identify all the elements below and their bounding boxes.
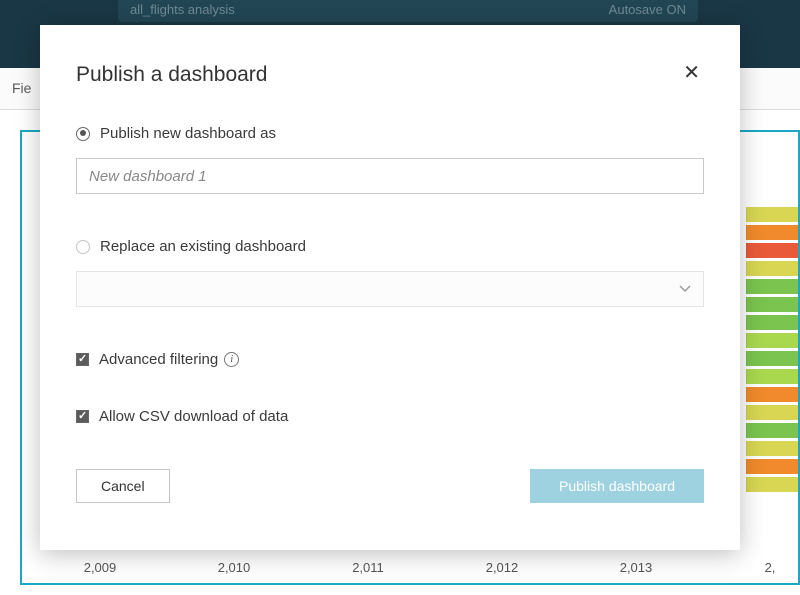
chart-bars: [746, 207, 798, 495]
advanced-filtering-option[interactable]: Advanced filtering i: [76, 351, 704, 368]
chart-bar: [746, 351, 798, 366]
advanced-filtering-label: Advanced filtering: [99, 351, 218, 368]
new-dashboard-name-input[interactable]: [76, 158, 704, 194]
analysis-name: all_flights analysis: [130, 2, 235, 17]
close-button[interactable]: ✕: [679, 63, 704, 83]
chart-bar: [746, 459, 798, 474]
chart-bar: [746, 333, 798, 348]
axis-tick: 2,011: [338, 560, 398, 575]
publish-dashboard-modal: Publish a dashboard ✕ Publish new dashbo…: [40, 25, 740, 550]
x-axis-labels: 2,009 2,010 2,011 2,012 2,013 2,: [70, 560, 800, 575]
publish-new-option[interactable]: Publish new dashboard as: [76, 125, 704, 142]
existing-dashboard-dropdown[interactable]: [76, 271, 704, 307]
chart-bar: [746, 225, 798, 240]
axis-tick: 2,010: [204, 560, 264, 575]
axis-tick: 2,: [740, 560, 800, 575]
info-icon[interactable]: i: [224, 352, 239, 367]
checkbox-checked-icon: [76, 353, 89, 366]
chart-bar: [746, 297, 798, 312]
toolbar-fields-label: Fie: [12, 80, 31, 96]
chart-bar: [746, 243, 798, 258]
axis-tick: 2,013: [606, 560, 666, 575]
autosave-status: Autosave ON: [609, 2, 686, 17]
checkbox-checked-icon: [76, 410, 89, 423]
close-icon: ✕: [683, 62, 700, 84]
chart-bar: [746, 207, 798, 222]
allow-csv-option[interactable]: Allow CSV download of data: [76, 408, 704, 425]
chart-bar: [746, 423, 798, 438]
chart-bar: [746, 261, 798, 276]
radio-selected-icon: [76, 127, 90, 141]
axis-tick: 2,009: [70, 560, 130, 575]
chart-bar: [746, 405, 798, 420]
publish-new-label: Publish new dashboard as: [100, 125, 276, 142]
chart-bar: [746, 477, 798, 492]
replace-existing-option[interactable]: Replace an existing dashboard: [76, 238, 704, 255]
axis-tick: 2,012: [472, 560, 532, 575]
chart-bar: [746, 441, 798, 456]
chart-bar: [746, 387, 798, 402]
replace-existing-label: Replace an existing dashboard: [100, 238, 306, 255]
chevron-down-icon: [677, 280, 693, 301]
radio-unselected-icon: [76, 240, 90, 254]
chart-bar: [746, 315, 798, 330]
publish-dashboard-button[interactable]: Publish dashboard: [530, 469, 704, 503]
chart-bar: [746, 279, 798, 294]
analysis-title-pill: all_flights analysis Autosave ON: [118, 0, 698, 22]
chart-bar: [746, 369, 798, 384]
modal-title: Publish a dashboard: [76, 63, 267, 87]
cancel-button[interactable]: Cancel: [76, 469, 170, 503]
allow-csv-label: Allow CSV download of data: [99, 408, 288, 425]
